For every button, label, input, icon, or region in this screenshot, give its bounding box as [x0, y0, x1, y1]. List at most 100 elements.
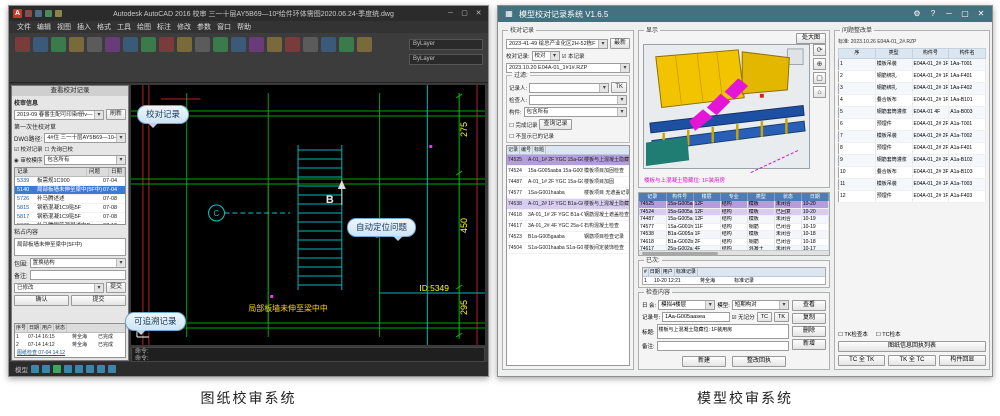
- scope-select[interactable]: 包含所有: [44, 155, 126, 165]
- remark-input[interactable]: [657, 341, 789, 351]
- component-row[interactable]: 4叠合板布 E04A-01_2# 1F1Aa-B101: [839, 95, 986, 107]
- scope-radio[interactable]: ◉ 审校模序: [14, 156, 42, 164]
- component-row[interactable]: 1模板吊装 E04A-01_2# 1F1Aa-T001: [839, 59, 986, 71]
- record-row[interactable]: 5339板需规1C90007-04: [15, 177, 125, 186]
- checker-select[interactable]: [529, 95, 627, 105]
- latest-button[interactable]: 最新: [610, 38, 630, 49]
- history-row[interactable]: 207-14 14:12蒋全海已完成: [15, 341, 125, 349]
- ribbon-icon[interactable]: [249, 37, 264, 52]
- confirm-button[interactable]: 确认: [14, 295, 69, 306]
- ribbon-icon[interactable]: [15, 37, 30, 52]
- layer-dropdown[interactable]: ByLayer: [409, 39, 483, 50]
- menu-item[interactable]: 编辑: [37, 22, 51, 32]
- menu-item[interactable]: 工具: [117, 22, 131, 32]
- receipt-button[interactable]: 整改回执: [732, 356, 786, 367]
- ribbon-icon[interactable]: [195, 37, 210, 52]
- menu-item[interactable]: 插入: [77, 22, 91, 32]
- project-select[interactable]: 2023-41-49 绘总产业化区2H-52栋F: [506, 39, 608, 49]
- done-checkbox[interactable]: ☐ 完成记录: [509, 121, 537, 129]
- ribbon-icon[interactable]: [33, 37, 48, 52]
- cad-drawing-canvas[interactable]: C 275 450 295 B ID:5349 局部板墙未伸至梁中中: [131, 85, 485, 345]
- close-icon[interactable]: ✕: [975, 6, 987, 22]
- column-header[interactable]: 构件号: [666, 193, 693, 201]
- refresh-button[interactable]: 刷新: [106, 109, 126, 120]
- minimize-icon[interactable]: ─: [445, 7, 456, 20]
- ribbon-icon[interactable]: [285, 37, 300, 52]
- table-row[interactable]: 745771Sa-G001haaba11F 结构钢筋已闭合10-19: [639, 223, 829, 231]
- record-row[interactable]: 5726补马腾述述07-08: [15, 195, 125, 204]
- menu-item[interactable]: 文件: [17, 22, 31, 32]
- record-row[interactable]: 74525A-01_1# 2F YGC 15a-G005aabsa楼板与上混凝土…: [507, 155, 629, 166]
- record-row[interactable]: 746183A-01_1# 2F YGC B1a-G002bbbba钢筋混凝土遮…: [507, 210, 629, 221]
- remark-input[interactable]: [30, 270, 126, 280]
- ribbon-icon[interactable]: [357, 37, 372, 52]
- help-icon[interactable]: ?: [927, 6, 939, 22]
- model-space-label[interactable]: 模型: [15, 364, 28, 374]
- table-row[interactable]: 74538B1a-G005aasea1F 结构模板未闭合10-18: [639, 231, 829, 239]
- table-row[interactable]: 7448715a-G005aaba12F 结构模板未闭合10-19: [639, 216, 829, 224]
- tc-to-tk-button[interactable]: TC 全 TK: [838, 355, 885, 366]
- component-row[interactable]: 10叠合板布 E04A-01_2# 3FA1a-B103: [839, 167, 986, 179]
- submit-button[interactable]: 提交: [71, 295, 126, 306]
- component-row[interactable]: 11模板吊装 E04A-01_2# 1FA1a-T003: [839, 179, 986, 191]
- record-row[interactable]: 5815钢筋混凝1C9贴5F07-08: [15, 204, 125, 213]
- status-icon[interactable]: [86, 365, 94, 373]
- create-button[interactable]: 新建: [682, 356, 726, 367]
- menu-item[interactable]: 帮助: [237, 22, 251, 32]
- autocad-logo-icon[interactable]: A: [13, 9, 22, 18]
- enlarge-button[interactable]: 处大图: [796, 33, 826, 44]
- tk-to-tc-button[interactable]: TK 全 TC: [888, 355, 935, 366]
- tc-button[interactable]: TC: [757, 312, 772, 322]
- column-header[interactable]: 类型: [875, 49, 912, 59]
- status-select[interactable]: 已修改: [14, 283, 104, 293]
- component-row[interactable]: 12预埋件 E04A-01_2# 1FA1a-F403: [839, 191, 986, 203]
- qat-icon[interactable]: [45, 10, 52, 17]
- menu-item[interactable]: 格式: [97, 22, 111, 32]
- menu-item[interactable]: 修改: [177, 22, 191, 32]
- recorder-select[interactable]: [529, 83, 609, 93]
- status-icon[interactable]: [97, 365, 105, 373]
- checked-checkbox[interactable]: ☐ 先询已校: [44, 145, 72, 153]
- record-row[interactable]: 5872补马腾钢筋混凝述中P07-12: [15, 222, 125, 225]
- record-row[interactable]: 74487A-01_1# 2F YGC 15a-G005aaba楼板项目加固: [507, 177, 629, 188]
- component-show-button[interactable]: 构件回显: [939, 355, 986, 366]
- settings-icon[interactable]: ⚙: [911, 6, 923, 22]
- status-icon[interactable]: [108, 365, 116, 373]
- record-row[interactable]: 5140局部板墙未伸至梁中(5F中)07-04: [15, 186, 125, 195]
- ribbon-icon[interactable]: [267, 37, 282, 52]
- note-textarea[interactable]: 局部板墙未伸至梁中(5F中): [14, 238, 126, 256]
- status-icon[interactable]: [53, 365, 61, 373]
- menu-item[interactable]: 视图: [57, 22, 71, 32]
- table-row[interactable]: 7452515a-G005aabsa12F 结构模板未闭合10-20: [639, 201, 829, 208]
- menu-item[interactable]: 绘图: [137, 22, 151, 32]
- ribbon-icon[interactable]: [231, 37, 246, 52]
- ribbon-icon[interactable]: [213, 37, 228, 52]
- ribbon-icon[interactable]: [105, 37, 120, 52]
- project-select[interactable]: 2019-09 春番生配可印染f册v—: [14, 110, 104, 120]
- new-button[interactable]: 新增: [792, 339, 826, 350]
- qat-icon[interactable]: [35, 10, 42, 17]
- menu-item[interactable]: 标注: [157, 22, 171, 32]
- query-button[interactable]: 查询记录: [539, 119, 571, 130]
- ribbon-icon[interactable]: [123, 37, 138, 52]
- qat-icon[interactable]: [25, 10, 32, 17]
- component-row[interactable]: 9钢筋套筒灌浆 E04A-01_2# 3FA1a-B102: [839, 155, 986, 167]
- ribbon-icon[interactable]: [141, 37, 156, 52]
- column-header[interactable]: 类型: [747, 193, 774, 201]
- ribbon-icon[interactable]: [159, 37, 174, 52]
- scrollbar-thumb[interactable]: [642, 252, 718, 255]
- record-row[interactable]: 74538A-01_2# 1F YGC B1a-G005aasea楼板与上混凝土…: [507, 199, 629, 210]
- dwg-path-select[interactable]: 4#住 三一十层AY5B69—10—: [44, 133, 126, 143]
- column-header[interactable]: 构件名: [949, 49, 986, 59]
- maximize-icon[interactable]: ▢: [459, 7, 470, 20]
- copy-button[interactable]: 复制: [792, 313, 826, 324]
- component-row[interactable]: 8预埋件 E04A-01_2# 2FA1a-F401: [839, 143, 986, 155]
- horizontal-scrollbar[interactable]: [639, 250, 829, 255]
- tk-button[interactable]: TK: [774, 312, 789, 322]
- model-viewport[interactable]: [643, 44, 810, 169]
- ribbon-icon[interactable]: [87, 37, 102, 52]
- mode-select[interactable]: 校对: [532, 51, 560, 61]
- qat-icon[interactable]: [55, 10, 62, 17]
- view-button[interactable]: 查看: [792, 300, 826, 311]
- status-icon[interactable]: [75, 365, 83, 373]
